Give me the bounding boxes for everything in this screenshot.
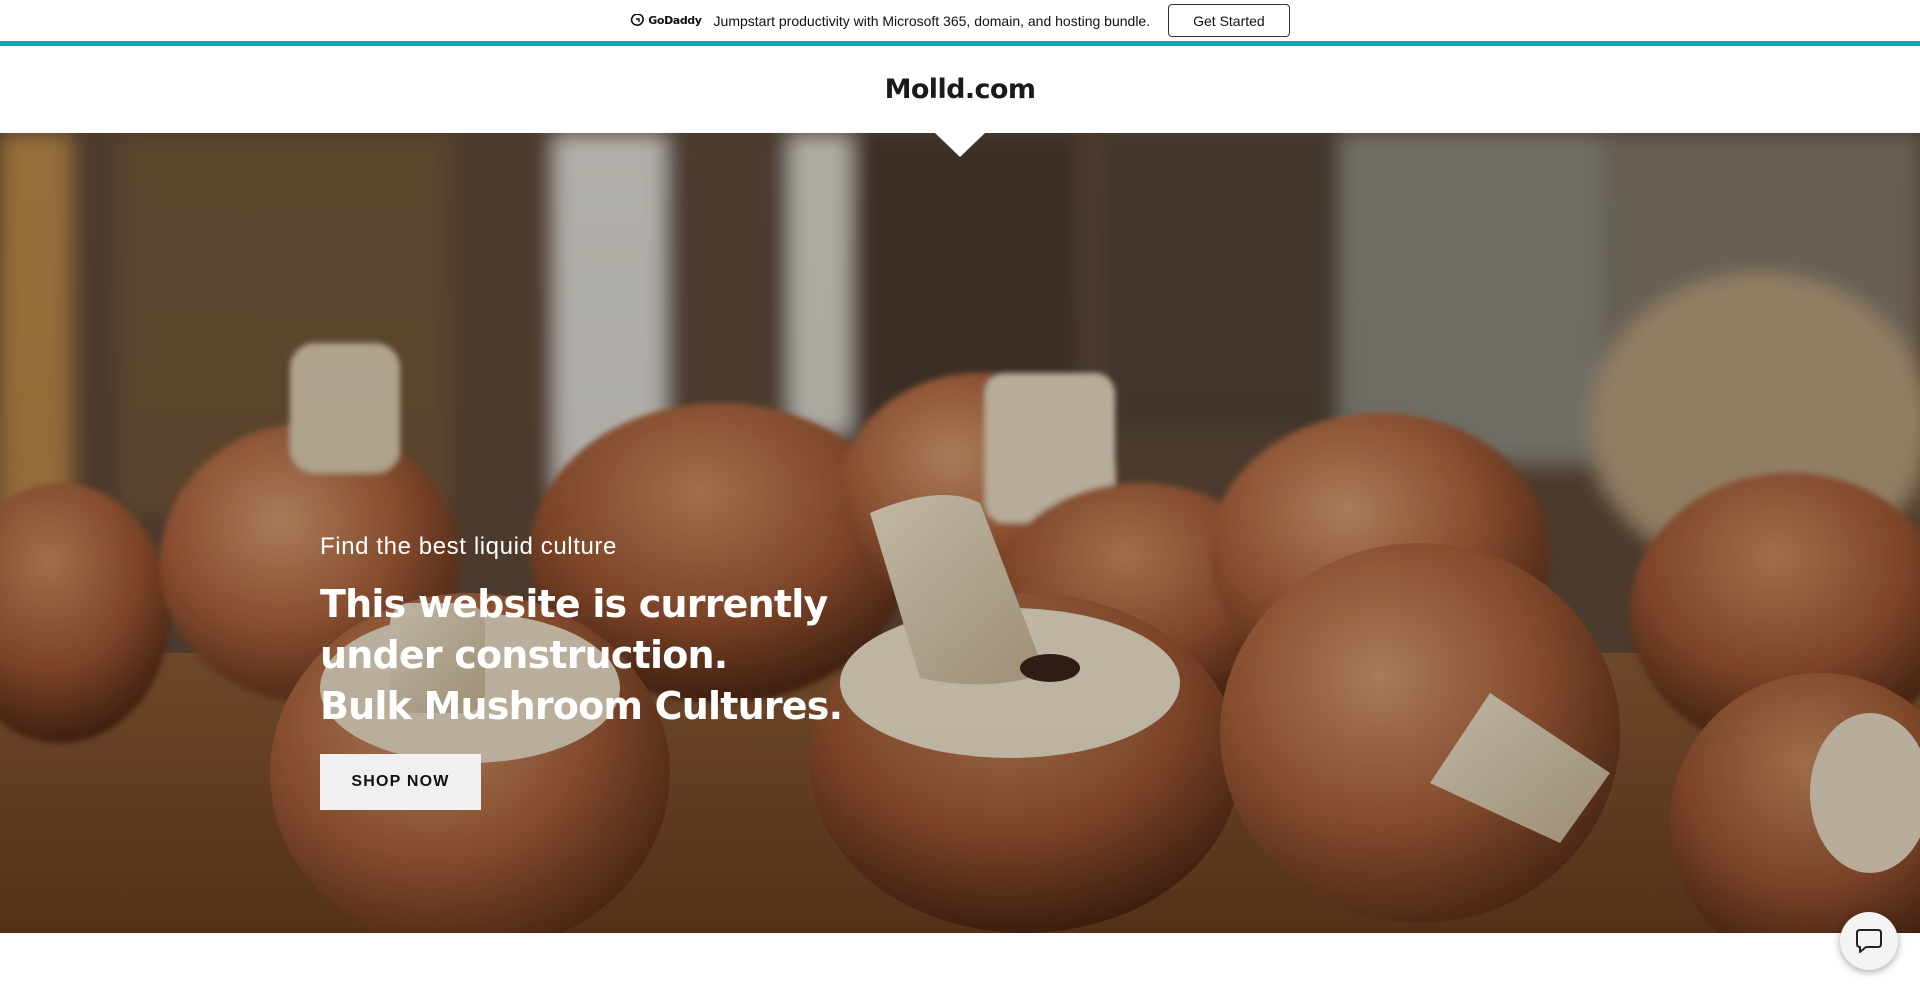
- hero-title: This website is currently under construc…: [320, 579, 880, 732]
- promo-banner: GoDaddy Jumpstart productivity with Micr…: [0, 0, 1920, 46]
- hero-title-line: This website is currently: [320, 582, 828, 626]
- hero-title-line: Bulk Mushroom Cultures.: [320, 684, 843, 728]
- hero-section: Find the best liquid culture This websit…: [0, 133, 1920, 933]
- hero-background-image: [0, 133, 1920, 933]
- header-notch: [935, 133, 985, 157]
- chat-bubble-icon: [1856, 929, 1882, 953]
- shop-now-button[interactable]: SHOP NOW: [320, 754, 481, 810]
- hero-title-line: under construction.: [320, 633, 728, 677]
- hero-content: Find the best liquid culture This websit…: [320, 533, 880, 810]
- site-header: Molld.com: [0, 46, 1920, 133]
- site-title[interactable]: Molld.com: [885, 74, 1036, 105]
- hero-subtitle: Find the best liquid culture: [320, 533, 617, 560]
- godaddy-logo-icon: [631, 14, 645, 26]
- godaddy-logo[interactable]: GoDaddy: [630, 14, 702, 27]
- godaddy-logo-text: GoDaddy: [648, 14, 702, 27]
- get-started-button[interactable]: Get Started: [1168, 4, 1290, 37]
- promo-message: Jumpstart productivity with Microsoft 36…: [713, 12, 1151, 29]
- chat-button[interactable]: [1840, 912, 1898, 970]
